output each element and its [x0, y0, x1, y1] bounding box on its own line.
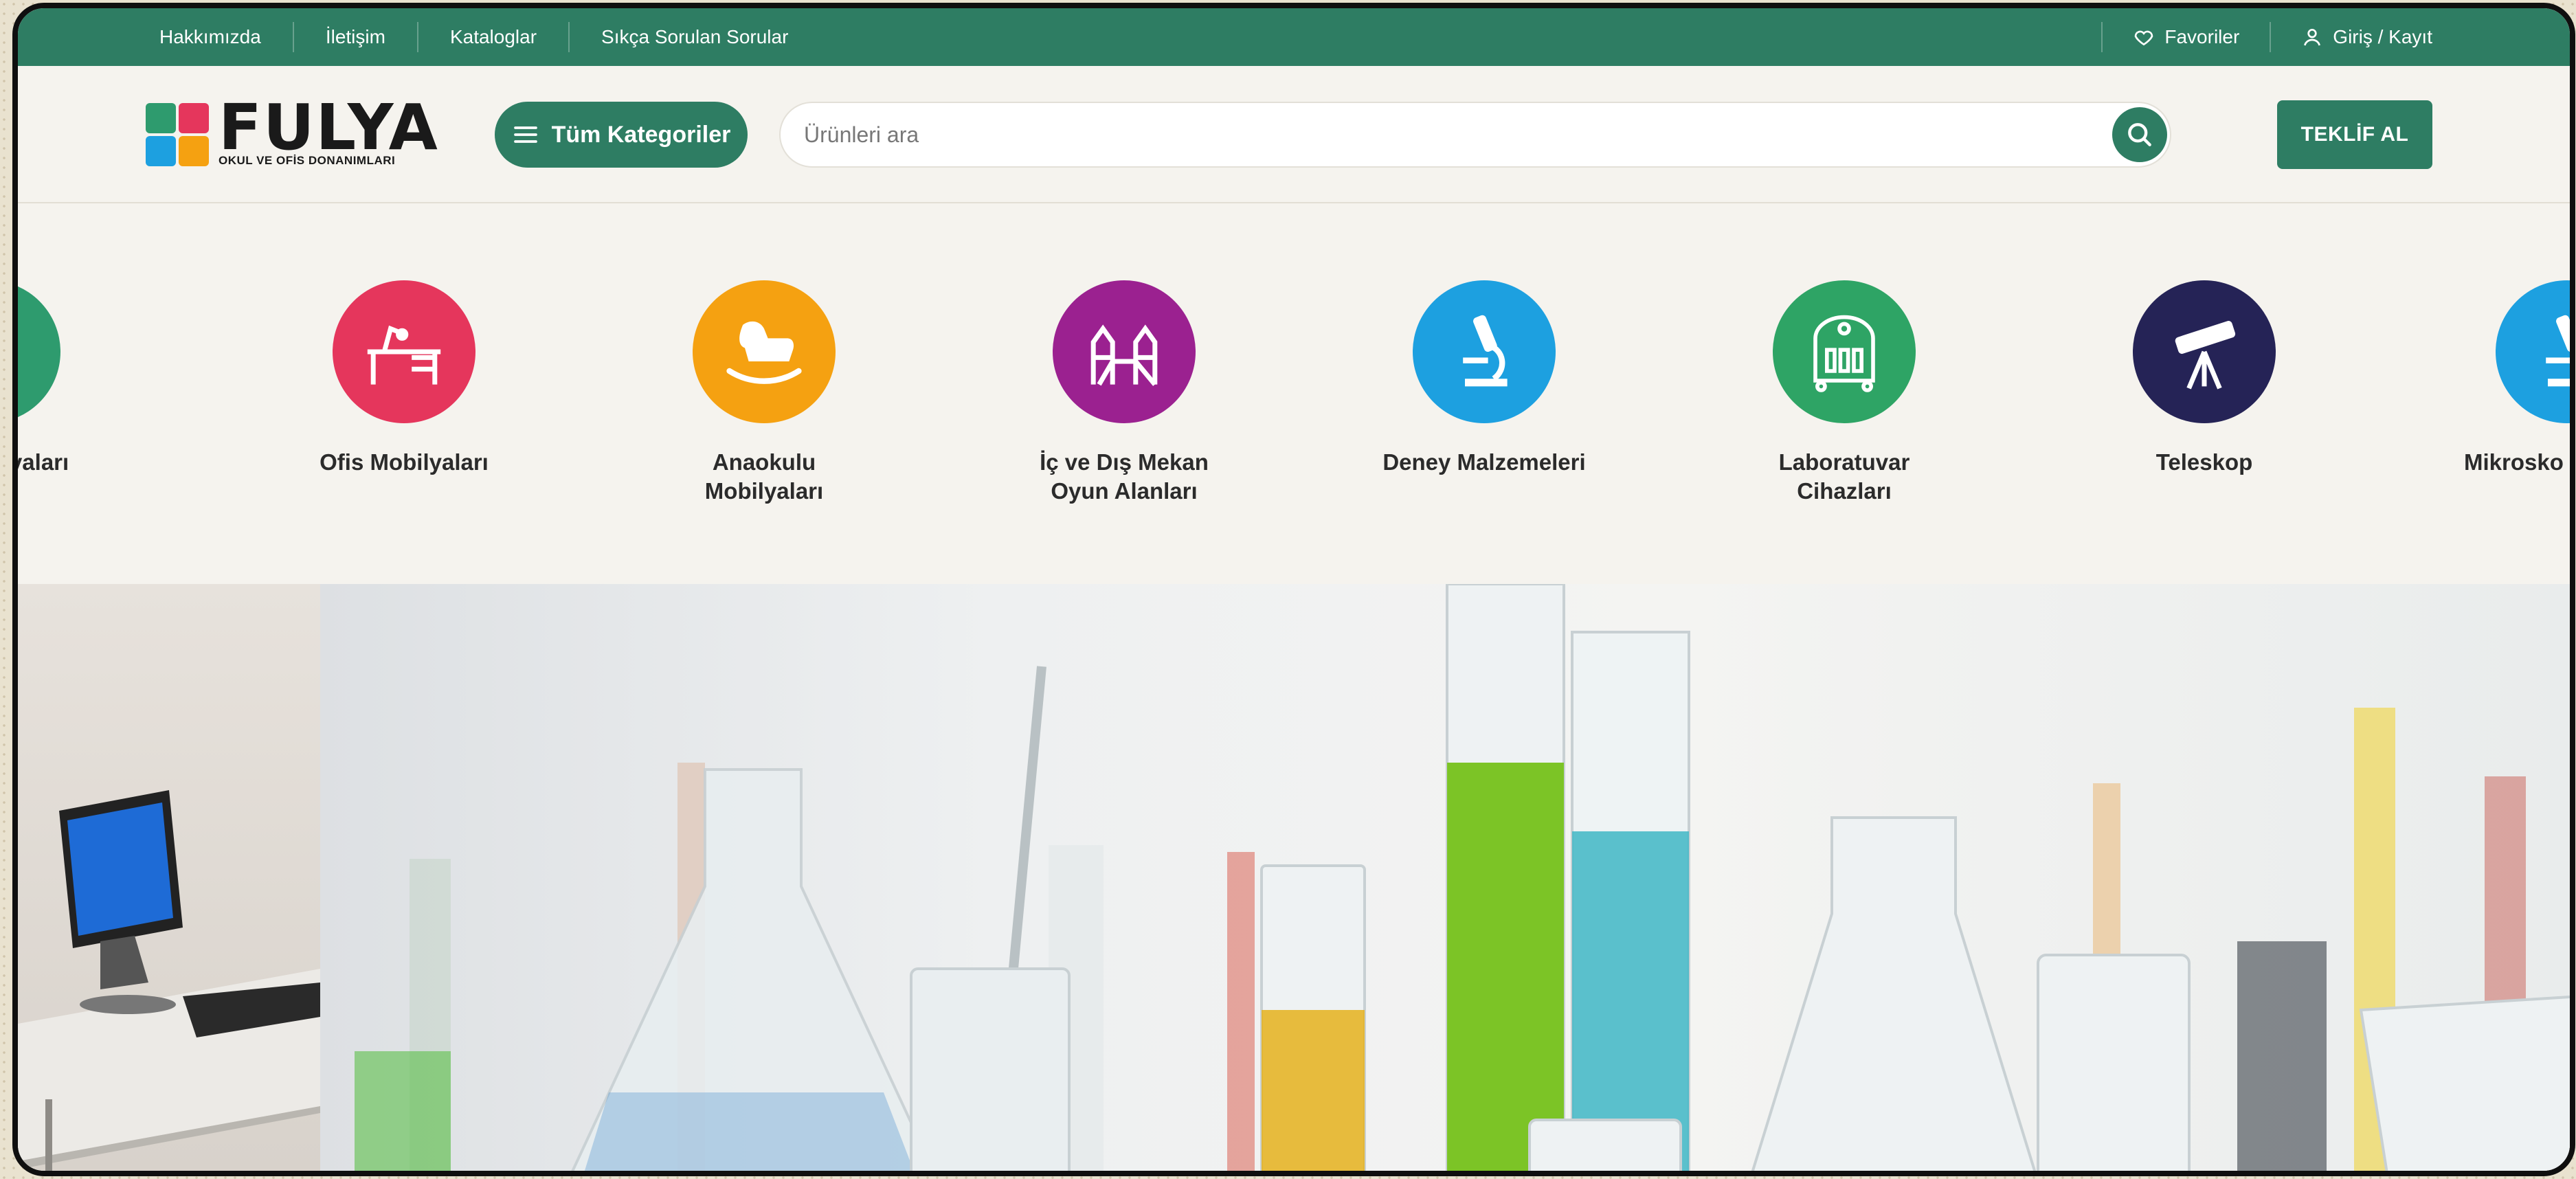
category-office-furniture[interactable]: Ofis Mobilyaları: [273, 280, 535, 477]
login-link[interactable]: Giriş / Kayıt: [2270, 22, 2432, 52]
login-label: Giriş / Kayıt: [2333, 26, 2432, 47]
category-label: Anaokulu Mobilyaları: [704, 449, 824, 504]
hero-slide-computer-desk: [18, 584, 320, 1171]
hero-slide-lab-glassware: [320, 584, 2570, 1171]
playground-icon: [1090, 324, 1158, 386]
favorites-label: Favoriler: [2164, 26, 2240, 47]
category-label: Mikrosko: [2464, 449, 2564, 475]
category-microscope[interactable]: Mikrosko: [2437, 280, 2570, 477]
category-label: Teleskop: [2155, 449, 2253, 475]
logo-mark: [146, 103, 209, 166]
category-label: İç ve Dış Mekan Oyun Alanları: [1040, 449, 1209, 504]
get-offer-button[interactable]: TEKLİF AL: [2277, 100, 2432, 169]
search-icon: [2128, 123, 2151, 146]
category-label: Ofis Mobilyaları: [320, 449, 489, 475]
rocking-horse-icon: [726, 321, 802, 384]
search-bar: [779, 102, 2171, 168]
catalogs-link[interactable]: Kataloglar: [416, 22, 568, 52]
faq-link[interactable]: Sıkça Sorulan Sorular: [568, 22, 820, 52]
top-bar: Hakkımızda İletişim Kataloglar Sıkça Sor…: [18, 8, 2570, 66]
top-links: Hakkımızda İletişim Kataloglar Sıkça Sor…: [143, 8, 820, 66]
hamburger-menu-icon: [513, 126, 537, 143]
user-icon: [2304, 29, 2321, 46]
favorites-link[interactable]: Favoriler: [2101, 22, 2270, 52]
category-school-furniture[interactable]: Mobilyaları: [12, 280, 120, 477]
category-label: Mobilyaları: [12, 449, 69, 475]
logo-tagline: OKUL VE OFİS DONANIMLARI: [219, 154, 396, 167]
category-label: Deney Malzemeleri: [1382, 449, 1586, 475]
category-telescope[interactable]: Teleskop: [2074, 280, 2335, 477]
office-desk-icon: [367, 325, 441, 385]
lab-device-icon: [1813, 315, 1875, 392]
about-link[interactable]: Hakkımızda: [143, 22, 293, 52]
search-input[interactable]: [804, 103, 2075, 166]
microscope-icon: [2546, 315, 2570, 387]
school-desk-icon: [12, 304, 37, 400]
logo[interactable]: FULYA OKUL VE OFİS DONANIMLARI: [146, 91, 439, 168]
category-experiment-materials[interactable]: Deney Malzemeleri: [1354, 280, 1615, 477]
logo-wordmark: FULYA: [219, 91, 439, 164]
category-lab-devices[interactable]: Laboratuvar Cihazları: [1714, 280, 1975, 506]
telescope-icon: [2175, 321, 2236, 390]
microscope-icon: [1463, 315, 1508, 387]
category-label: Laboratuvar Cihazları: [1778, 449, 1910, 504]
top-right-actions: Favoriler Giriş / Kayıt: [2101, 8, 2432, 66]
heart-icon: [2135, 30, 2153, 46]
all-categories-label: Tüm Kategoriler: [551, 121, 731, 148]
site-header: FULYA OKUL VE OFİS DONANIMLARI Tüm Kateg…: [18, 66, 2570, 203]
all-categories-button[interactable]: Tüm Kategoriler: [495, 102, 748, 168]
category-preschool-furniture[interactable]: Anaokulu Mobilyaları: [634, 280, 895, 506]
contact-link[interactable]: İletişim: [292, 22, 417, 52]
search-button[interactable]: [2112, 107, 2167, 162]
category-carousel: Mobilyaları Ofis Mobilyaları Anaokulu Mo…: [18, 205, 2570, 584]
browser-frame: Hakkımızda İletişim Kataloglar Sıkça Sor…: [12, 3, 2575, 1176]
hero-slider[interactable]: [18, 584, 2570, 1171]
category-playgrounds[interactable]: İç ve Dış Mekan Oyun Alanları: [994, 280, 1255, 506]
